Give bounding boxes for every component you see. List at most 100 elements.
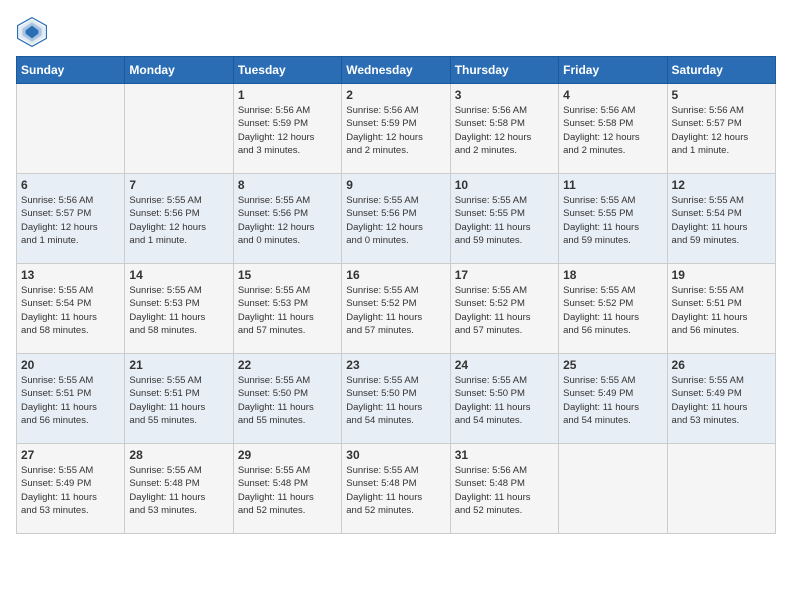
day-info: Sunrise: 5:55 AM Sunset: 5:50 PM Dayligh… xyxy=(455,374,554,427)
calendar-week-row: 20 Sunrise: 5:55 AM Sunset: 5:51 PM Dayli… xyxy=(17,354,776,444)
calendar-day-cell: 1Sunrise: 5:56 AM Sunset: 5:59 PM Daylig… xyxy=(233,84,341,174)
day-of-week-header: Tuesday xyxy=(233,57,341,84)
day-info: Sunrise: 5:56 AM Sunset: 5:58 PM Dayligh… xyxy=(455,104,554,157)
day-info: Sunrise: 5:55 AM Sunset: 5:53 PM Dayligh… xyxy=(238,284,337,337)
day-info: Sunrise: 5:56 AM Sunset: 5:57 PM Dayligh… xyxy=(672,104,771,157)
day-number: 6 xyxy=(21,178,120,192)
calendar-day-cell: 22 Sunrise: 5:55 AM Sunset: 5:50 PM Dayli… xyxy=(233,354,341,444)
day-info: Sunrise: 5:55 AM Sunset: 5:52 PM Dayligh… xyxy=(346,284,445,337)
day-info: Sunrise: 5:56 AM Sunset: 5:59 PM Dayligh… xyxy=(346,104,445,157)
day-info: Sunrise: 5:55 AM Sunset: 5:49 PM Dayligh… xyxy=(21,464,120,517)
day-info: Sunrise: 5:55 AM Sunset: 5:54 PM Dayligh… xyxy=(672,194,771,247)
day-number: 20 xyxy=(21,358,120,372)
calendar-day-cell: 28 Sunrise: 5:55 AM Sunset: 5:48 PM Dayli… xyxy=(125,444,233,534)
calendar-day-cell xyxy=(17,84,125,174)
day-number: 5 xyxy=(672,88,771,102)
calendar-day-cell: 6 Sunrise: 5:56 AM Sunset: 5:57 PM Daylig… xyxy=(17,174,125,264)
day-number: 13 xyxy=(21,268,120,282)
day-number: 28 xyxy=(129,448,228,462)
page-header xyxy=(16,16,776,48)
calendar-day-cell: 5 Sunrise: 5:56 AM Sunset: 5:57 PM Daylig… xyxy=(667,84,775,174)
day-number: 29 xyxy=(238,448,337,462)
day-info: Sunrise: 5:55 AM Sunset: 5:52 PM Dayligh… xyxy=(455,284,554,337)
calendar-day-cell: 17 Sunrise: 5:55 AM Sunset: 5:52 PM Dayli… xyxy=(450,264,558,354)
day-of-week-header: Wednesday xyxy=(342,57,450,84)
calendar-day-cell: 29 Sunrise: 5:55 AM Sunset: 5:48 PM Dayli… xyxy=(233,444,341,534)
day-of-week-header: Saturday xyxy=(667,57,775,84)
day-info: Sunrise: 5:55 AM Sunset: 5:50 PM Dayligh… xyxy=(346,374,445,427)
calendar-day-cell: 2 Sunrise: 5:56 AM Sunset: 5:59 PM Daylig… xyxy=(342,84,450,174)
day-of-week-header: Sunday xyxy=(17,57,125,84)
calendar-day-cell: 27 Sunrise: 5:55 AM Sunset: 5:49 PM Dayli… xyxy=(17,444,125,534)
day-info: Sunrise: 5:56 AM Sunset: 5:48 PM Dayligh… xyxy=(455,464,554,517)
day-info: Sunrise: 5:55 AM Sunset: 5:48 PM Dayligh… xyxy=(129,464,228,517)
calendar-day-cell: 12Sunrise: 5:55 AM Sunset: 5:54 PM Dayli… xyxy=(667,174,775,264)
calendar-day-cell: 14 Sunrise: 5:55 AM Sunset: 5:53 PM Dayli… xyxy=(125,264,233,354)
day-number: 3 xyxy=(455,88,554,102)
day-info: Sunrise: 5:55 AM Sunset: 5:54 PM Dayligh… xyxy=(21,284,120,337)
day-number: 22 xyxy=(238,358,337,372)
calendar-day-cell xyxy=(125,84,233,174)
day-info: Sunrise: 5:55 AM Sunset: 5:51 PM Dayligh… xyxy=(672,284,771,337)
day-info: Sunrise: 5:56 AM Sunset: 5:58 PM Dayligh… xyxy=(563,104,662,157)
calendar-day-cell: 4 Sunrise: 5:56 AM Sunset: 5:58 PM Daylig… xyxy=(559,84,667,174)
day-number: 21 xyxy=(129,358,228,372)
calendar-day-cell xyxy=(667,444,775,534)
day-number: 26 xyxy=(672,358,771,372)
day-of-week-header: Thursday xyxy=(450,57,558,84)
calendar-day-cell xyxy=(559,444,667,534)
day-number: 19 xyxy=(672,268,771,282)
day-number: 27 xyxy=(21,448,120,462)
day-number: 4 xyxy=(563,88,662,102)
calendar-day-cell: 15 Sunrise: 5:55 AM Sunset: 5:53 PM Dayli… xyxy=(233,264,341,354)
day-number: 16 xyxy=(346,268,445,282)
calendar-week-row: 13 Sunrise: 5:55 AM Sunset: 5:54 PM Dayli… xyxy=(17,264,776,354)
logo xyxy=(16,16,52,48)
calendar-day-cell: 26Sunrise: 5:55 AM Sunset: 5:49 PM Dayli… xyxy=(667,354,775,444)
calendar-day-cell: 3 Sunrise: 5:56 AM Sunset: 5:58 PM Daylig… xyxy=(450,84,558,174)
calendar-day-cell: 31 Sunrise: 5:56 AM Sunset: 5:48 PM Dayli… xyxy=(450,444,558,534)
day-info: Sunrise: 5:56 AM Sunset: 5:57 PM Dayligh… xyxy=(21,194,120,247)
day-info: Sunrise: 5:55 AM Sunset: 5:55 PM Dayligh… xyxy=(455,194,554,247)
calendar-table: SundayMondayTuesdayWednesdayThursdayFrid… xyxy=(16,56,776,534)
day-info: Sunrise: 5:55 AM Sunset: 5:50 PM Dayligh… xyxy=(238,374,337,427)
day-number: 30 xyxy=(346,448,445,462)
day-info: Sunrise: 5:55 AM Sunset: 5:49 PM Dayligh… xyxy=(563,374,662,427)
day-info: Sunrise: 5:55 AM Sunset: 5:48 PM Dayligh… xyxy=(238,464,337,517)
day-info: Sunrise: 5:55 AM Sunset: 5:56 PM Dayligh… xyxy=(238,194,337,247)
day-number: 18 xyxy=(563,268,662,282)
day-of-week-header: Monday xyxy=(125,57,233,84)
calendar-day-cell: 8 Sunrise: 5:55 AM Sunset: 5:56 PM Daylig… xyxy=(233,174,341,264)
day-info: Sunrise: 5:55 AM Sunset: 5:56 PM Dayligh… xyxy=(346,194,445,247)
day-number: 15 xyxy=(238,268,337,282)
day-info: Sunrise: 5:55 AM Sunset: 5:55 PM Dayligh… xyxy=(563,194,662,247)
calendar-day-cell: 13 Sunrise: 5:55 AM Sunset: 5:54 PM Dayli… xyxy=(17,264,125,354)
calendar-day-cell: 30Sunrise: 5:55 AM Sunset: 5:48 PM Dayli… xyxy=(342,444,450,534)
day-number: 24 xyxy=(455,358,554,372)
day-info: Sunrise: 5:56 AM Sunset: 5:59 PM Dayligh… xyxy=(238,104,337,157)
calendar-day-cell: 16 Sunrise: 5:55 AM Sunset: 5:52 PM Dayli… xyxy=(342,264,450,354)
day-of-week-header: Friday xyxy=(559,57,667,84)
day-info: Sunrise: 5:55 AM Sunset: 5:51 PM Dayligh… xyxy=(129,374,228,427)
calendar-day-cell: 18 Sunrise: 5:55 AM Sunset: 5:52 PM Dayli… xyxy=(559,264,667,354)
calendar-day-cell: 9Sunrise: 5:55 AM Sunset: 5:56 PM Daylig… xyxy=(342,174,450,264)
day-number: 7 xyxy=(129,178,228,192)
day-number: 14 xyxy=(129,268,228,282)
day-number: 31 xyxy=(455,448,554,462)
day-number: 11 xyxy=(563,178,662,192)
calendar-day-cell: 20Sunrise: 5:55 AM Sunset: 5:51 PM Dayli… xyxy=(17,354,125,444)
calendar-day-cell: 10Sunrise: 5:55 AM Sunset: 5:55 PM Dayli… xyxy=(450,174,558,264)
day-info: Sunrise: 5:55 AM Sunset: 5:53 PM Dayligh… xyxy=(129,284,228,337)
day-info: Sunrise: 5:55 AM Sunset: 5:56 PM Dayligh… xyxy=(129,194,228,247)
day-info: Sunrise: 5:55 AM Sunset: 5:52 PM Dayligh… xyxy=(563,284,662,337)
calendar-week-row: 6 Sunrise: 5:56 AM Sunset: 5:57 PM Daylig… xyxy=(17,174,776,264)
day-number: 17 xyxy=(455,268,554,282)
day-number: 8 xyxy=(238,178,337,192)
calendar-day-cell: 19 Sunrise: 5:55 AM Sunset: 5:51 PM Dayli… xyxy=(667,264,775,354)
calendar-week-row: 27 Sunrise: 5:55 AM Sunset: 5:49 PM Dayli… xyxy=(17,444,776,534)
calendar-day-cell: 11 Sunrise: 5:55 AM Sunset: 5:55 PM Dayli… xyxy=(559,174,667,264)
logo-icon xyxy=(16,16,48,48)
calendar-header-row: SundayMondayTuesdayWednesdayThursdayFrid… xyxy=(17,57,776,84)
day-number: 2 xyxy=(346,88,445,102)
calendar-week-row: 1Sunrise: 5:56 AM Sunset: 5:59 PM Daylig… xyxy=(17,84,776,174)
